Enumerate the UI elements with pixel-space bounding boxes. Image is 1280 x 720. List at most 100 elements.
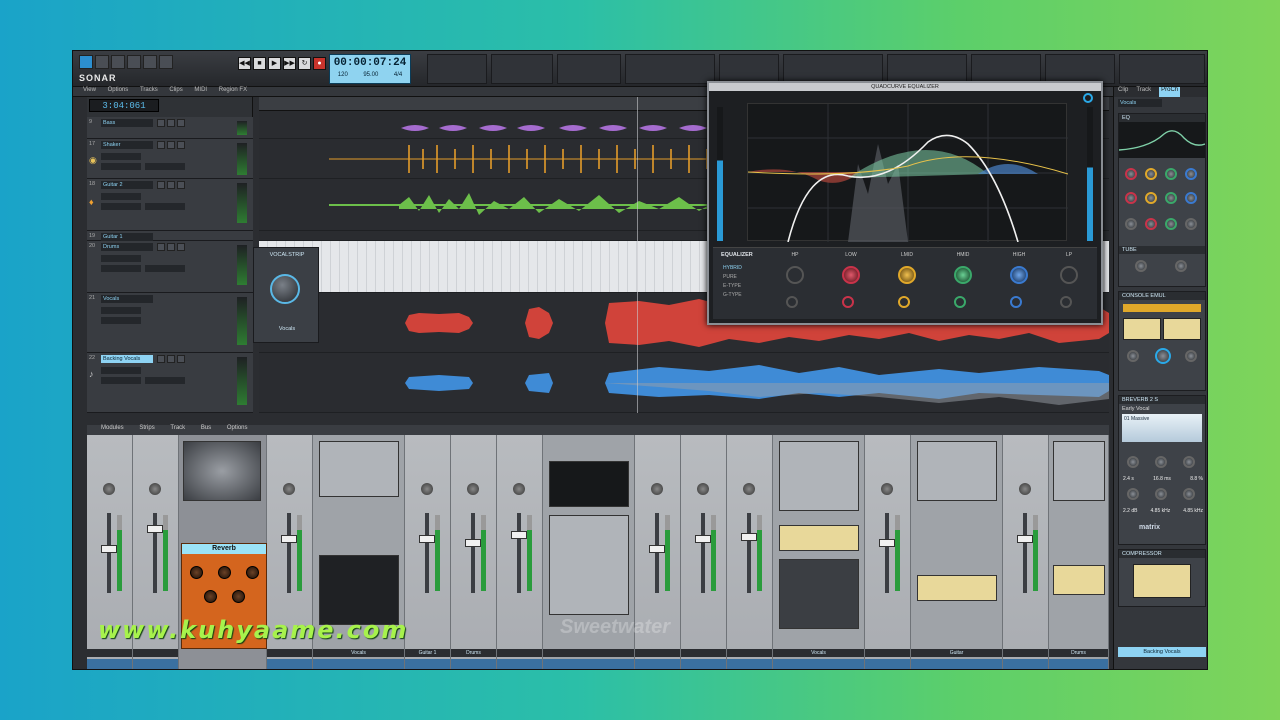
fader-cap[interactable] (147, 525, 163, 533)
arm-button[interactable] (177, 119, 185, 127)
reverb-time-knob[interactable] (1127, 456, 1139, 468)
bpm-field[interactable]: 95.00 (363, 72, 378, 78)
aux-field[interactable] (145, 203, 185, 210)
output-field[interactable] (101, 265, 141, 272)
volume-fader[interactable] (517, 513, 521, 593)
now-time-cursor[interactable] (637, 97, 638, 413)
lmid-freq-knob[interactable] (898, 296, 910, 308)
solo-button[interactable] (167, 355, 175, 363)
low-gain-mini-knob[interactable] (1125, 168, 1137, 180)
mute-button[interactable] (157, 243, 165, 251)
tab-track[interactable]: Track (1136, 87, 1151, 97)
pan-knob[interactable] (697, 483, 709, 495)
forward-button[interactable]: ▶▶ (283, 57, 296, 70)
reverb-mix-knob[interactable] (1183, 456, 1195, 468)
breverb-display[interactable]: 01 Massive (1122, 414, 1202, 442)
hp-mini-knob[interactable] (1125, 218, 1137, 230)
fader-cap[interactable] (695, 535, 711, 543)
loop-button[interactable]: ↻ (298, 57, 311, 70)
selection-module[interactable] (971, 54, 1041, 84)
fader-cap[interactable] (101, 545, 117, 553)
menu-midi[interactable]: MIDI (194, 87, 207, 93)
reverb-mid-knob[interactable] (1155, 488, 1167, 500)
prochannel-strip[interactable]: Drums (1049, 435, 1109, 669)
eq-knob-group[interactable] (549, 515, 629, 615)
eq-knob-group[interactable] (917, 441, 997, 501)
volume-fader[interactable] (425, 513, 429, 593)
console-tolerance-knob[interactable] (1185, 350, 1197, 362)
hmid-gain-mini-knob[interactable] (1165, 168, 1177, 180)
solo-button[interactable] (167, 181, 175, 189)
low-freq-mini-knob[interactable] (1125, 192, 1137, 204)
hmid-q-mini-knob[interactable] (1165, 218, 1177, 230)
arm-button[interactable] (177, 243, 185, 251)
track-header[interactable]: 17 Shaker ◉ (87, 139, 253, 179)
high-gain-mini-knob[interactable] (1185, 168, 1197, 180)
track-name[interactable]: Shaker (101, 141, 153, 149)
input-field[interactable] (101, 193, 141, 200)
channel-strip[interactable] (727, 435, 773, 669)
sync-module[interactable] (1045, 54, 1115, 84)
erase-tool-icon[interactable] (159, 55, 173, 69)
fader-cap[interactable] (879, 539, 895, 547)
output-field[interactable] (101, 317, 141, 324)
volume-fader[interactable] (1023, 513, 1027, 593)
prochannel-strip[interactable]: Vocals (773, 435, 865, 669)
tube-module[interactable] (779, 441, 859, 511)
reverb-knob[interactable] (190, 566, 203, 579)
pan-knob[interactable] (283, 483, 295, 495)
console-emulator-card[interactable]: CONSOLE EMUL (1118, 291, 1206, 391)
output-field[interactable] (101, 377, 141, 384)
input-field[interactable] (101, 367, 141, 374)
track-header-selected[interactable]: 22 Backing Vocals ♪ (87, 353, 253, 413)
reverb-knob[interactable] (246, 566, 259, 579)
eq-module-card[interactable]: EQ TUBE (1118, 113, 1206, 287)
reverb-knob[interactable] (218, 566, 231, 579)
track-name[interactable]: Drums (101, 243, 153, 251)
lp-mini-knob[interactable] (1185, 218, 1197, 230)
band-lp[interactable]: LP (1043, 252, 1095, 314)
mode-hybrid[interactable]: HYBRID (723, 264, 742, 273)
mode-g-type[interactable]: G-TYPE (723, 291, 742, 300)
smart-tool-icon[interactable] (79, 55, 93, 69)
performance-module[interactable] (887, 54, 967, 84)
arm-button[interactable] (177, 181, 185, 189)
aux-field[interactable] (145, 163, 185, 170)
tempo-field[interactable]: 120 (338, 72, 348, 78)
channel-strip[interactable]: Drums (451, 435, 497, 669)
low-gain-knob[interactable] (842, 266, 860, 284)
tape-emulator-module[interactable] (183, 441, 261, 501)
snap-module[interactable] (491, 54, 553, 84)
play-button[interactable]: ▶ (268, 57, 281, 70)
band-low[interactable]: LOW (825, 252, 877, 314)
mode-pure[interactable]: PURE (723, 273, 742, 282)
eq-title[interactable]: QUADCURVE EQUALIZER (709, 83, 1101, 91)
input-field[interactable] (101, 255, 141, 262)
input-field[interactable] (101, 153, 141, 160)
channel-strip[interactable]: Guitar 1 (405, 435, 451, 669)
hp-freq-knob[interactable] (786, 266, 804, 284)
fader-cap[interactable] (465, 539, 481, 547)
console-menu-bus[interactable]: Bus (201, 425, 211, 431)
hmid-gain-knob[interactable] (954, 266, 972, 284)
high-freq-knob[interactable] (1010, 296, 1022, 308)
lmid-gain-knob[interactable] (898, 266, 916, 284)
volume-fader[interactable] (655, 513, 659, 593)
compressor-module[interactable] (319, 555, 399, 625)
vocalstrip-module[interactable]: VOCALSTRIP Vocals (253, 247, 319, 343)
hmid-freq-knob[interactable] (954, 296, 966, 308)
markers-module[interactable] (557, 54, 621, 84)
fader-cap[interactable] (1017, 535, 1033, 543)
console-type-selector[interactable] (1123, 304, 1201, 312)
fader-cap[interactable] (419, 535, 435, 543)
console-menu-track[interactable]: Track (170, 425, 185, 431)
track-header[interactable]: 21 Vocals (87, 293, 253, 353)
reverb-high-knob[interactable] (1183, 488, 1195, 500)
vocalstrip-knob[interactable] (270, 274, 300, 304)
track-header[interactable]: 18 Guitar 2 ♦ (87, 179, 253, 231)
console-menu-strips[interactable]: Strips (139, 425, 154, 431)
draw-tool-icon[interactable] (143, 55, 157, 69)
track-header[interactable]: 19 Guitar 1 (87, 231, 253, 241)
band-hmid[interactable]: HMID (937, 252, 989, 314)
loop-module[interactable] (427, 54, 487, 84)
